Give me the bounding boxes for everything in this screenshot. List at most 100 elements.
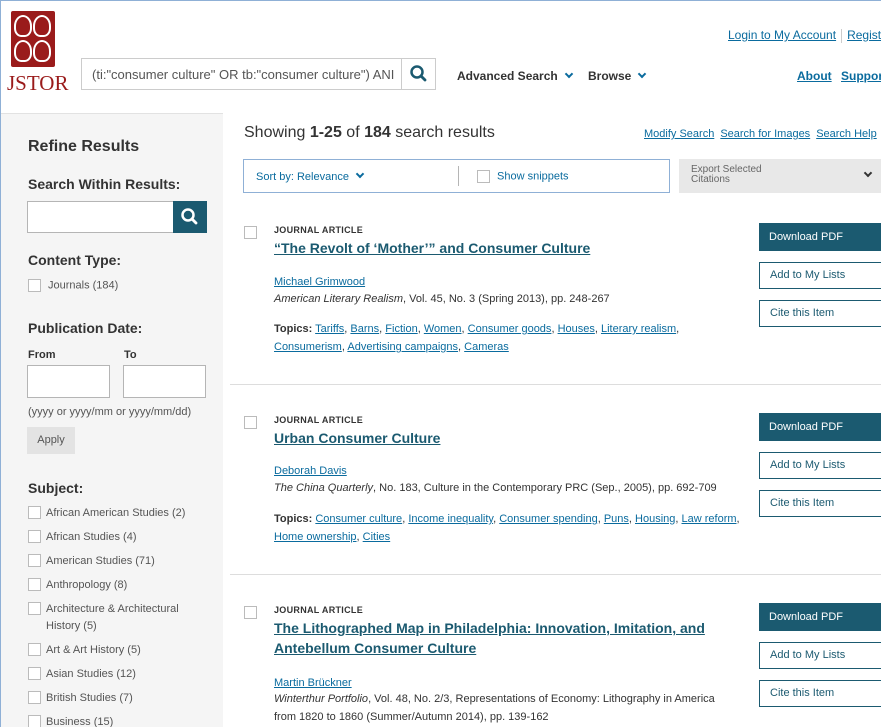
checkbox[interactable] — [28, 667, 41, 680]
checkbox[interactable] — [28, 530, 41, 543]
search-images-link[interactable]: Search for Images — [720, 128, 810, 140]
subject-item[interactable]: American Studies (71) — [28, 553, 155, 570]
browse-menu[interactable]: Browse — [588, 69, 647, 83]
topic-link[interactable]: Income inequality — [408, 513, 493, 525]
export-citations-dropdown[interactable]: Export Selected Citations — [679, 159, 881, 193]
checkbox[interactable] — [28, 643, 41, 656]
account-links: Login to My Account Registe — [728, 28, 881, 43]
refine-sidebar: Refine Results Search Within Results: Co… — [1, 113, 223, 727]
result-author[interactable]: Deborah Davis — [274, 465, 347, 477]
subject-item[interactable]: Art & Art History (5) — [28, 642, 141, 659]
sort-label: Sort by: Relevance — [256, 171, 349, 183]
journal-name: The China Quarterly — [274, 482, 374, 494]
topic-link[interactable]: Law reform — [682, 513, 737, 525]
checkbox[interactable] — [477, 170, 490, 183]
sort-dropdown[interactable]: Sort by: Relevance — [256, 169, 365, 183]
topic-link[interactable]: Women — [424, 323, 462, 335]
search-help-link[interactable]: Search Help — [816, 128, 877, 140]
subject-item[interactable]: African Studies (4) — [28, 529, 136, 546]
subject-label: Asian Studies (12) — [46, 668, 136, 680]
result-author[interactable]: Michael Grimwood — [274, 276, 365, 288]
topic-link[interactable]: Housing — [635, 513, 675, 525]
topic-link[interactable]: Literary realism — [601, 323, 676, 335]
download-pdf-button[interactable]: Download PDF — [759, 223, 881, 251]
chevron-down-icon — [564, 69, 573, 79]
subject-label: British Studies (7) — [46, 692, 133, 704]
result-checkbox[interactable] — [244, 226, 257, 239]
cite-item-button[interactable]: Cite this Item — [759, 300, 881, 327]
subject-item[interactable]: Architecture & Architectural History (5) — [28, 601, 203, 635]
topic-link[interactable]: Barns — [350, 323, 379, 335]
date-from-input[interactable] — [27, 365, 110, 398]
results-count-suffix: search results — [390, 124, 495, 141]
result-title[interactable]: “The Revolt of ‘Mother’” and Consumer Cu… — [274, 238, 734, 258]
result-checkbox[interactable] — [244, 416, 257, 429]
topic-separator: , — [736, 513, 740, 525]
content-type-heading: Content Type: — [28, 252, 122, 268]
about-link[interactable]: About — [797, 69, 832, 83]
date-to-input[interactable] — [123, 365, 206, 398]
topic-link[interactable]: Home ownership — [274, 531, 357, 543]
result-title[interactable]: Urban Consumer Culture — [274, 428, 734, 448]
subject-item[interactable]: Asian Studies (12) — [28, 666, 136, 683]
topic-link[interactable]: Houses — [558, 323, 595, 335]
support-link[interactable]: Suppor — [841, 69, 881, 83]
apply-button[interactable]: Apply — [27, 427, 75, 454]
subject-item[interactable]: Business (15) — [28, 714, 113, 727]
checkbox[interactable] — [28, 578, 41, 591]
topic-link[interactable]: Cities — [363, 531, 391, 543]
topic-link[interactable]: Consumerism — [274, 341, 342, 353]
toolbar-divider — [458, 166, 459, 186]
result-author[interactable]: Martin Brückner — [274, 677, 352, 689]
checkbox[interactable] — [28, 691, 41, 704]
search-input[interactable] — [82, 59, 398, 89]
result-type: JOURNAL ARTICLE — [274, 225, 364, 235]
support-link-wrap: Suppor — [841, 69, 881, 83]
register-link[interactable]: Registe — [847, 28, 881, 42]
search-within-button[interactable] — [173, 201, 207, 233]
cite-item-button[interactable]: Cite this Item — [759, 680, 881, 707]
topic-link[interactable]: Puns — [604, 513, 629, 525]
add-to-lists-button[interactable]: Add to My Lists — [759, 262, 881, 289]
search-within-input[interactable] — [27, 201, 207, 233]
result-checkbox[interactable] — [244, 606, 257, 619]
topic-link[interactable]: Cameras — [464, 341, 509, 353]
checkbox[interactable] — [28, 554, 41, 567]
topic-link[interactable]: Tariffs — [315, 323, 344, 335]
checkbox[interactable] — [28, 602, 41, 615]
result-citation: American Literary Realism, Vol. 45, No. … — [274, 290, 734, 308]
result-title[interactable]: The Lithographed Map in Philadelphia: In… — [274, 618, 734, 658]
login-link[interactable]: Login to My Account — [728, 28, 836, 42]
checkbox[interactable] — [28, 715, 41, 727]
link-divider — [841, 28, 843, 43]
checkbox[interactable] — [28, 279, 41, 292]
subject-item[interactable]: British Studies (7) — [28, 690, 133, 707]
add-to-lists-button[interactable]: Add to My Lists — [759, 452, 881, 479]
topic-link[interactable]: Consumer culture — [315, 513, 402, 525]
cite-item-button[interactable]: Cite this Item — [759, 490, 881, 517]
sort-toolbar: Sort by: Relevance Show snippets — [243, 159, 670, 193]
chevron-down-icon — [355, 169, 365, 179]
browse-label: Browse — [588, 69, 632, 83]
jstor-logo[interactable]: JSTOR — [7, 11, 69, 95]
topic-link[interactable]: Consumer goods — [468, 323, 552, 335]
add-to-lists-button[interactable]: Add to My Lists — [759, 642, 881, 669]
topic-link[interactable]: Consumer spending — [499, 513, 597, 525]
journal-name: American Literary Realism — [274, 293, 403, 305]
results-total: 184 — [364, 124, 391, 141]
search-links: Modify Search Search for Images Search Hel… — [644, 128, 881, 140]
download-pdf-button[interactable]: Download PDF — [759, 413, 881, 441]
search-button[interactable] — [401, 59, 435, 89]
modify-search-link[interactable]: Modify Search — [644, 128, 714, 140]
download-pdf-button[interactable]: Download PDF — [759, 603, 881, 631]
show-snippets-toggle[interactable]: Show snippets — [477, 170, 569, 183]
topic-link[interactable]: Fiction — [385, 323, 417, 335]
subject-item[interactable]: Anthropology (8) — [28, 577, 127, 594]
result-divider — [230, 384, 881, 385]
topic-link[interactable]: Advertising campaigns — [347, 341, 458, 353]
checkbox[interactable] — [28, 506, 41, 519]
subject-item[interactable]: African American Studies (2) — [28, 505, 185, 522]
journal-name: Winterthur Portfolio — [274, 693, 369, 705]
advanced-search-menu[interactable]: Advanced Search — [457, 69, 573, 83]
content-type-journals[interactable]: Journals (184) — [28, 279, 118, 292]
